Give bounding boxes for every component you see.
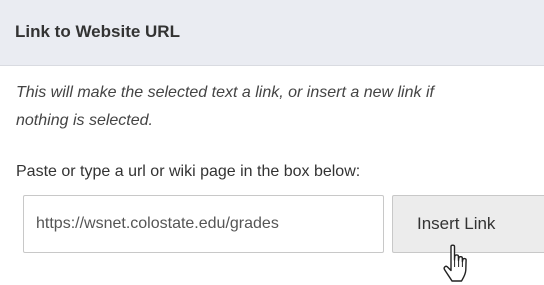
dialog-description: This will make the selected text a link,…	[16, 79, 544, 139]
url-instruction-label: Paste or type a url or wiki page in the …	[16, 163, 361, 180]
dialog-header: Link to Website URL	[0, 0, 544, 66]
link-dialog: Link to Website URL This will make the s…	[0, 0, 544, 285]
hand-pointer-icon	[443, 244, 467, 282]
description-line-2: nothing is selected.	[16, 112, 153, 129]
description-line-1: This will make the selected text a link,…	[16, 84, 434, 101]
url-input[interactable]	[23, 195, 384, 253]
dialog-title: Link to Website URL	[15, 22, 180, 41]
